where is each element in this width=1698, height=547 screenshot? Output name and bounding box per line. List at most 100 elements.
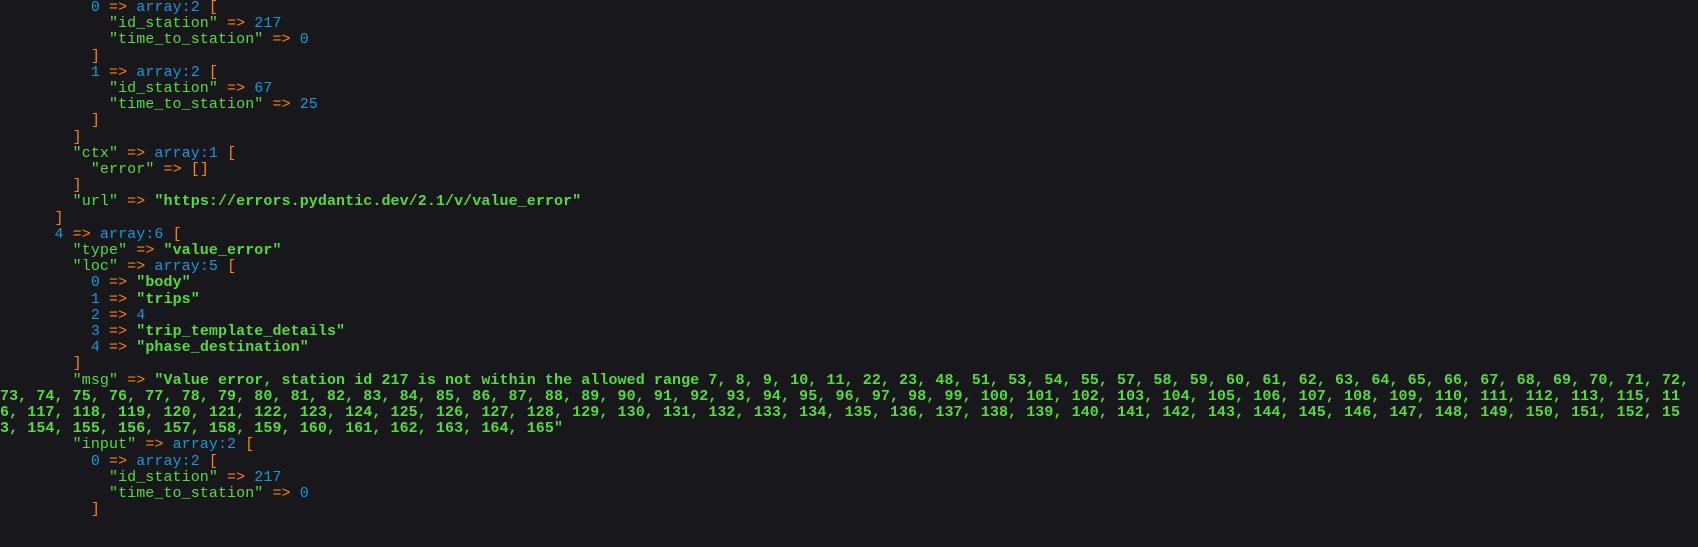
dump-string: "Value error, station id 217 is not with…: [0, 371, 1698, 438]
dump-key: "id_station": [108, 468, 218, 486]
var-dump-output: 0 => array:2 [ "id_station" => 217 "time…: [0, 0, 1698, 519]
dump-arrow: =>: [263, 96, 300, 114]
dump-arrow: =>: [99, 63, 137, 81]
dump-index: 0: [90, 452, 100, 470]
dump-number: 25: [299, 96, 318, 114]
dump-line: ]: [0, 113, 1698, 129]
dump-bracket: ]: [90, 47, 100, 65]
dump-line: "error" => []: [0, 161, 1698, 179]
dump-line: "id_station" => 67: [0, 80, 1698, 98]
dump-arrow: =>: [99, 0, 137, 16]
dump-line: 1 => "trips": [0, 290, 1698, 308]
dump-line: "id_station" => 217: [0, 468, 1698, 486]
dump-arrow: =>: [99, 452, 137, 470]
dump-index: 4: [54, 225, 64, 243]
dump-index: 0: [90, 0, 100, 16]
dump-number: 0: [299, 485, 309, 503]
dump-arrow: =>: [154, 161, 191, 179]
dump-arrow: =>: [99, 290, 137, 308]
dump-arrow: =>: [118, 144, 155, 162]
dump-line: 2 => 4: [0, 306, 1698, 324]
dump-key: "url": [72, 193, 119, 211]
dump-line: "time_to_station" => 25: [0, 97, 1698, 113]
dump-bracket: [: [236, 436, 255, 454]
dump-line: 0 => array:2 [: [0, 0, 1698, 16]
dump-string: "body": [136, 274, 191, 292]
dump-line: 3 => "trip_template_details": [0, 323, 1698, 341]
dump-arrow: =>: [99, 306, 137, 324]
dump-line: ]: [0, 210, 1698, 227]
dump-line: 4 => "phase_destination": [0, 340, 1698, 356]
dump-bracket: [: [199, 63, 218, 81]
dump-line: ]: [0, 129, 1698, 146]
dump-string: "phase_destination": [136, 339, 309, 357]
dump-string: "trips": [136, 290, 200, 308]
dump-line: ]: [0, 178, 1698, 194]
dump-number: 67: [254, 80, 273, 98]
dump-array-note: array:2: [136, 0, 200, 16]
dump-arrow: =>: [63, 225, 100, 243]
dump-string: "https://errors.pydantic.dev/2.1/v/value…: [154, 193, 582, 211]
dump-arrow: =>: [99, 339, 137, 357]
dump-arrow: =>: [118, 258, 155, 276]
dump-bracket: [: [217, 258, 237, 276]
dump-key: "time_to_station": [108, 31, 264, 49]
dump-bracket: [: [217, 144, 237, 162]
dump-bracket: ]: [90, 112, 100, 130]
dump-array-note: array:6: [99, 225, 164, 243]
dump-number: 0: [299, 31, 309, 49]
dump-arrow: =>: [99, 323, 137, 341]
dump-line: 4 => array:6 [: [0, 225, 1698, 243]
dump-index: 0: [90, 274, 100, 292]
dump-bracket: [: [199, 452, 218, 470]
dump-array-note: array:1: [154, 144, 218, 162]
dump-index: 4: [90, 339, 100, 357]
dump-key: "loc": [72, 258, 119, 276]
dump-line: 0 => "body": [0, 275, 1698, 291]
dump-line: "loc" => array:5 [: [0, 259, 1698, 275]
dump-line: ]: [0, 356, 1698, 372]
dump-line: "id_station" => 217: [0, 16, 1698, 32]
dump-line: "type" => "value_error": [0, 242, 1698, 260]
dump-arrow: =>: [217, 468, 255, 486]
dump-array-note: array:2: [136, 63, 200, 81]
dump-key: "id_station": [108, 80, 218, 98]
dump-string: "value_error": [163, 242, 282, 260]
dump-key: "id_station": [108, 15, 218, 33]
dump-line: "msg" => "Value error, station id 217 is…: [0, 371, 1698, 438]
dump-bracket: [: [199, 0, 218, 16]
dump-index: 2: [90, 306, 100, 324]
dump-arrow: =>: [263, 485, 300, 503]
dump-key: "error": [90, 161, 155, 179]
dump-line: 1 => array:2 [: [0, 63, 1698, 81]
dump-arrow: =>: [263, 31, 300, 49]
dump-key: "msg": [72, 371, 119, 389]
dump-line: "ctx" => array:1 [: [0, 144, 1698, 162]
dump-line: "url" => "https://errors.pydantic.dev/2.…: [0, 194, 1698, 210]
dump-arrow: =>: [136, 436, 173, 454]
dump-line: "time_to_station" => 0: [0, 485, 1698, 503]
dump-line: 0 => array:2 [: [0, 452, 1698, 470]
dump-index: 1: [90, 63, 100, 81]
dump-key: "type": [72, 242, 128, 260]
dump-bracket: ]: [90, 501, 100, 519]
dump-index: 1: [90, 290, 100, 308]
dump-key: "ctx": [72, 144, 119, 162]
dump-array-note: array:5: [154, 258, 218, 276]
dump-line: "input" => array:2 [: [0, 437, 1698, 453]
dump-bracket: ]: [72, 177, 82, 195]
dump-array-note: array:2: [136, 452, 200, 470]
dump-number: 4: [136, 306, 146, 324]
dump-index: 3: [90, 323, 100, 341]
dump-key: "input": [72, 436, 137, 454]
dump-key: "time_to_station": [108, 96, 264, 114]
dump-number: 217: [254, 468, 282, 486]
dump-bracket: ]: [72, 355, 82, 373]
dump-array-note: array:2: [172, 436, 237, 454]
dump-key: "time_to_station": [108, 485, 264, 503]
dump-arrow: =>: [99, 274, 137, 292]
dump-arrow: =>: [118, 193, 155, 211]
dump-number: 217: [254, 15, 282, 33]
dump-arrow: =>: [217, 80, 255, 98]
dump-arrow: =>: [217, 15, 255, 33]
